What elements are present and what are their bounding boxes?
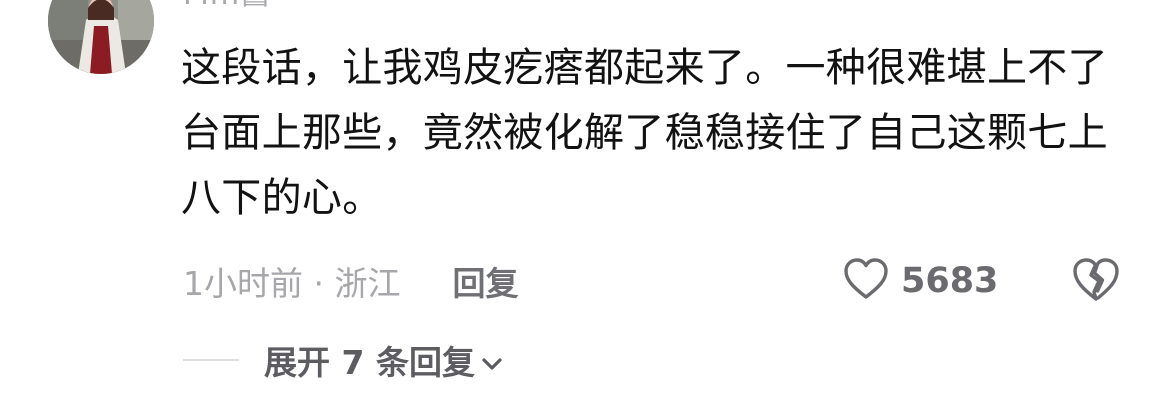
- expand-replies-label: 展开 7 条回复: [264, 343, 475, 382]
- comment-username[interactable]: Mm酱: [183, 0, 271, 12]
- comment-text: 这段话，让我鸡皮疙瘩都起来了。一种很难堪上不了台面上那些，竟然被化解了稳稳接住了…: [181, 45, 1108, 221]
- broken-heart-icon[interactable]: [1072, 256, 1120, 304]
- reply-button[interactable]: 回复: [452, 257, 518, 305]
- like-count: 5683: [901, 261, 999, 301]
- avatar[interactable]: [48, 0, 154, 74]
- chevron-down-icon: [475, 341, 503, 380]
- comment-meta-row: 1小时前 · 浙江 回复: [183, 258, 518, 304]
- like-button[interactable]: 5683: [843, 255, 998, 307]
- comment-time-location: 1小时前 · 浙江: [183, 264, 401, 303]
- expand-replies-button[interactable]: 展开 7 条回复: [264, 337, 503, 383]
- heart-outline-icon: [843, 258, 889, 304]
- expand-divider: [183, 359, 239, 361]
